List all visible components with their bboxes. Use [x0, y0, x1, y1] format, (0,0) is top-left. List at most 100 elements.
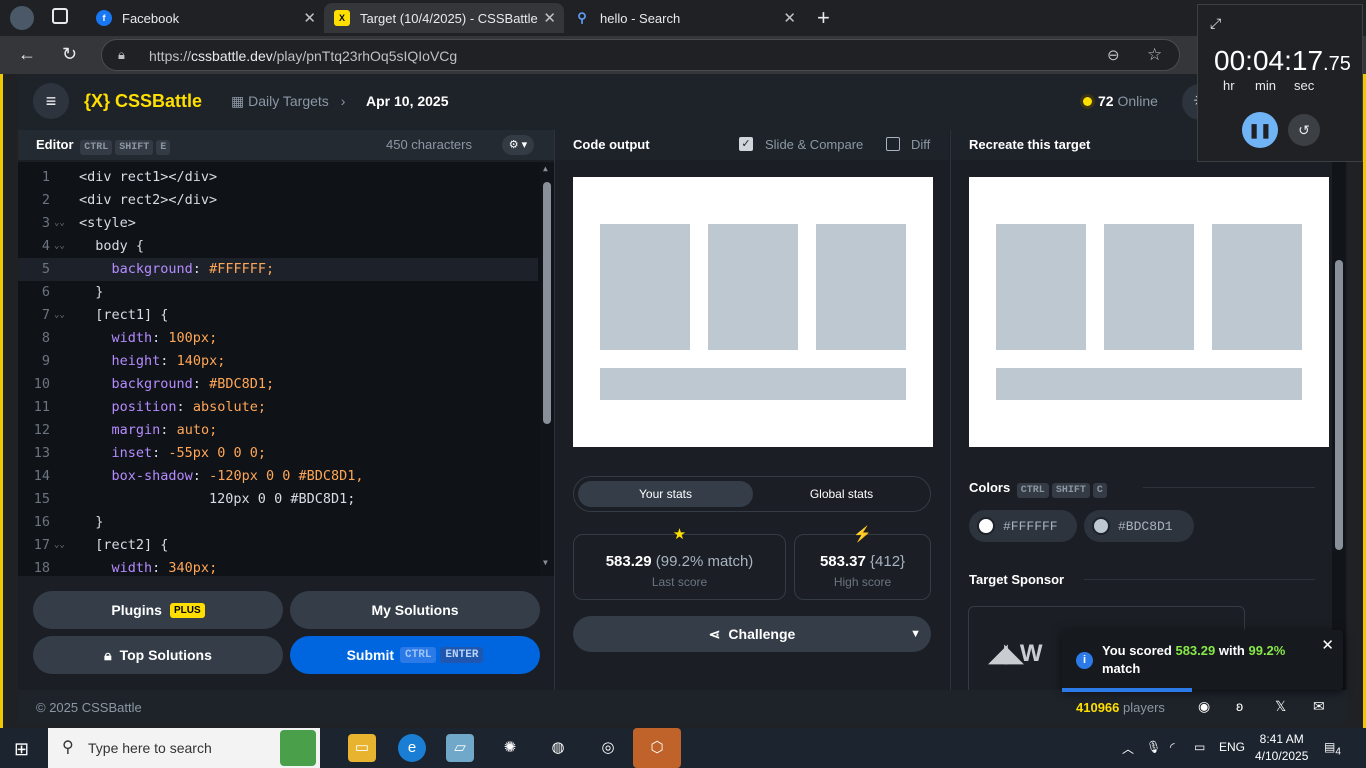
- tab-global-stats[interactable]: Global stats: [754, 481, 929, 507]
- sponsor-logo[interactable]: ◢◣W: [989, 639, 1043, 668]
- line-number: 12: [33, 422, 50, 438]
- diff-checkbox[interactable]: [886, 137, 900, 151]
- code-line[interactable]: 15 120px 0 0 #BDC8D1;: [18, 488, 538, 511]
- obs-icon[interactable]: ◍: [544, 734, 572, 762]
- app-footer: © 2025 CSSBattle 410966 players ◉ ʚ 𝕏 ✉: [18, 690, 1348, 724]
- discord-icon[interactable]: ◉: [1198, 698, 1210, 715]
- fold-icon[interactable]: ⌄⌄: [54, 235, 65, 258]
- close-tab-icon[interactable]: ✕: [543, 9, 556, 27]
- scroll-up-icon[interactable]: ▲: [543, 164, 548, 173]
- code-line[interactable]: 13 inset: -55px 0 0 0;: [18, 442, 538, 465]
- challenge-button[interactable]: ⋖ Challenge ▼: [573, 616, 931, 652]
- code-output-canvas[interactable]: [573, 177, 933, 447]
- code-line[interactable]: 1 <div rect1></div>: [18, 166, 538, 189]
- code-line[interactable]: 17 ⌄⌄ [rect2] {: [18, 534, 538, 557]
- my-solutions-button[interactable]: My Solutions: [290, 591, 540, 629]
- fold-icon[interactable]: ⌄⌄: [54, 212, 65, 235]
- language-indicator[interactable]: ENG: [1219, 740, 1245, 754]
- cssbattle-logo[interactable]: {X} CSSBattle: [84, 91, 202, 112]
- editor-settings-gear-icon[interactable]: ⚙ ▾: [502, 135, 534, 155]
- wifi-icon[interactable]: ◜: [1170, 740, 1175, 754]
- pause-icon[interactable]: ❚❚: [1242, 112, 1278, 148]
- breadcrumb-daily-targets[interactable]: ▦ Daily Targets ›: [231, 93, 345, 110]
- search-highlight-image[interactable]: [280, 730, 316, 766]
- bluesky-icon[interactable]: ʚ: [1236, 698, 1243, 714]
- microphone-icon[interactable]: 🎙︎: [1146, 740, 1161, 754]
- code-line[interactable]: 5 background: #FFFFFF;: [18, 258, 538, 281]
- last-score-card: ★ 583.29 (99.2% match) Last score: [573, 526, 786, 600]
- close-icon[interactable]: ✕: [1321, 636, 1334, 654]
- favorite-star-icon[interactable]: ☆: [1147, 45, 1162, 65]
- 3d-viewer-icon[interactable]: ⬡: [633, 728, 681, 768]
- menu-icon[interactable]: ≡: [33, 83, 69, 119]
- toast-message: You scored 583.29 with 99.2% match: [1102, 643, 1286, 676]
- address-bar[interactable]: 🔒︎ https://cssbattle.dev/play/pnTtq23rhO…: [101, 39, 1180, 71]
- code-text: background: #BDC8D1;: [111, 376, 275, 392]
- right-scrollbar[interactable]: [1332, 130, 1346, 690]
- tab-facebook[interactable]: f Facebook ✕: [86, 3, 324, 33]
- code-line[interactable]: 4 ⌄⌄ body {: [18, 235, 538, 258]
- lock-icon[interactable]: 🔒︎: [118, 47, 125, 63]
- code-line[interactable]: 7 ⌄⌄ [rect1] {: [18, 304, 538, 327]
- code-line[interactable]: 16 }: [18, 511, 538, 534]
- slide-compare-checkbox[interactable]: ✓: [739, 137, 753, 151]
- edge-icon[interactable]: e: [398, 734, 426, 762]
- code-line[interactable]: 18 width: 340px;: [18, 557, 538, 576]
- profile-avatar[interactable]: [10, 6, 34, 30]
- fold-icon[interactable]: ⌄⌄: [54, 534, 65, 557]
- expand-icon[interactable]: ⤢: [1210, 15, 1221, 32]
- code-line[interactable]: 2 <div rect2></div>: [18, 189, 538, 212]
- code-line[interactable]: 3 ⌄⌄ <style>: [18, 212, 538, 235]
- taskbar-clock[interactable]: 8:41 AM 4/10/2025: [1255, 731, 1308, 765]
- code-text: margin: auto;: [111, 422, 218, 438]
- file-explorer-icon[interactable]: ▭: [348, 734, 376, 762]
- scroll-down-icon[interactable]: ▼: [543, 558, 548, 567]
- code-line[interactable]: 10 background: #BDC8D1;: [18, 373, 538, 396]
- tab-actions-icon[interactable]: [52, 8, 68, 24]
- x-icon[interactable]: 𝕏: [1275, 698, 1286, 715]
- code-line[interactable]: 9 height: 140px;: [18, 350, 538, 373]
- target-image[interactable]: [969, 177, 1329, 447]
- code-text: 120px 0 0 #BDC8D1;: [79, 491, 356, 507]
- back-icon[interactable]: ←: [18, 44, 36, 65]
- new-tab-icon[interactable]: +: [817, 5, 830, 31]
- code-line[interactable]: 11 position: absolute;: [18, 396, 538, 419]
- battery-icon[interactable]: ▭: [1194, 740, 1205, 754]
- code-line[interactable]: 14 box-shadow: -120px 0 0 #BDC8D1,: [18, 465, 538, 488]
- plugins-button[interactable]: Plugins PLUS: [33, 591, 283, 629]
- line-number: 6: [41, 284, 50, 300]
- color-swatch-gray[interactable]: #BDC8D1: [1084, 510, 1194, 542]
- close-tab-icon[interactable]: ✕: [303, 9, 316, 27]
- scrollbar-thumb[interactable]: [1335, 260, 1343, 550]
- tab-cssbattle[interactable]: X Target (10/4/2025) - CSSBattle ✕: [324, 3, 564, 33]
- notifications-icon[interactable]: ▤4: [1324, 740, 1341, 757]
- code-line[interactable]: 6 }: [18, 281, 538, 304]
- color-swatch-white[interactable]: #FFFFFF: [969, 510, 1077, 542]
- windows-start-icon[interactable]: ⊞: [14, 739, 29, 760]
- code-editor[interactable]: 1 <div rect1></div> 2 <div rect2></div> 3 ⌄⌄ <…: [18, 162, 554, 576]
- notes-app-icon[interactable]: ▱: [446, 734, 474, 762]
- scrollbar-thumb[interactable]: [543, 182, 551, 424]
- top-solutions-button[interactable]: 🔒︎ Top Solutions: [33, 636, 283, 674]
- slide-compare-label[interactable]: Slide & Compare: [765, 137, 863, 152]
- fold-icon[interactable]: ⌄⌄: [54, 304, 65, 327]
- app-icon[interactable]: ◎: [594, 734, 622, 762]
- close-tab-icon[interactable]: ✕: [783, 9, 796, 27]
- editor-scrollbar[interactable]: ▲ ▼: [540, 162, 554, 576]
- tab-your-stats[interactable]: Your stats: [578, 481, 753, 507]
- code-line[interactable]: 12 margin: auto;: [18, 419, 538, 442]
- diff-label[interactable]: Diff: [911, 137, 930, 152]
- output-rect: [708, 224, 798, 350]
- mail-icon[interactable]: ✉: [1313, 698, 1325, 715]
- submit-button[interactable]: Submit CTRL ENTER: [290, 636, 540, 674]
- code-line[interactable]: 8 width: 100px;: [18, 327, 538, 350]
- code-text: inset: -55px 0 0 0;: [111, 445, 266, 461]
- chevron-down-icon[interactable]: ▼: [910, 616, 921, 652]
- tray-chevron-up-icon[interactable]: ︿: [1122, 740, 1134, 757]
- chatgpt-icon[interactable]: ✺: [496, 734, 524, 762]
- taskbar-search[interactable]: ⚲ Type here to search: [48, 728, 320, 768]
- zoom-icon[interactable]: ⊖: [1107, 46, 1120, 64]
- tab-search[interactable]: ⚲ hello - Search ✕: [564, 3, 804, 33]
- reload-icon[interactable]: ↻: [62, 44, 77, 65]
- reset-icon[interactable]: ↺: [1288, 114, 1320, 146]
